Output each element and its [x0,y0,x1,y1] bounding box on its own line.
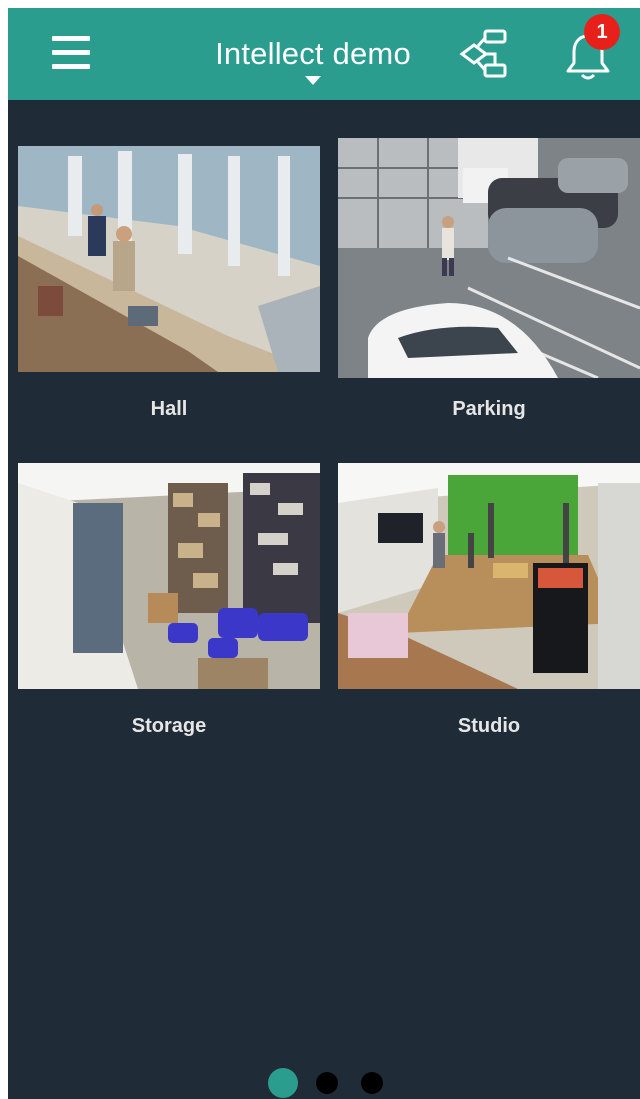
top-bar: Intellect demo [8,8,640,100]
camera-label-hall: Hall [150,398,188,420]
page-dot-3[interactable] [361,1072,383,1094]
page-dot-2[interactable] [316,1072,338,1094]
page-dot-1[interactable] [268,1068,298,1098]
camera-preview-studio[interactable] [338,463,640,689]
notification-badge[interactable]: 1 [584,14,620,50]
camera-preview-parking[interactable] [338,138,640,378]
camera-preview-storage[interactable] [18,463,320,689]
camera-preview-hall[interactable] [18,146,320,372]
app-screen: Intellect demo 1 Hall Parking Storage St… [8,8,640,1099]
camera-label-studio: Studio [457,715,521,737]
page-indicator [268,1068,388,1098]
workspace-selector[interactable]: Intellect demo [178,32,448,92]
page-title: Intellect demo [215,36,411,71]
dropdown-caret-icon [305,76,321,85]
camera-label-storage: Storage [131,715,207,737]
schema-icon[interactable] [458,28,510,80]
menu-icon[interactable] [52,36,92,72]
camera-label-parking: Parking [452,398,526,420]
